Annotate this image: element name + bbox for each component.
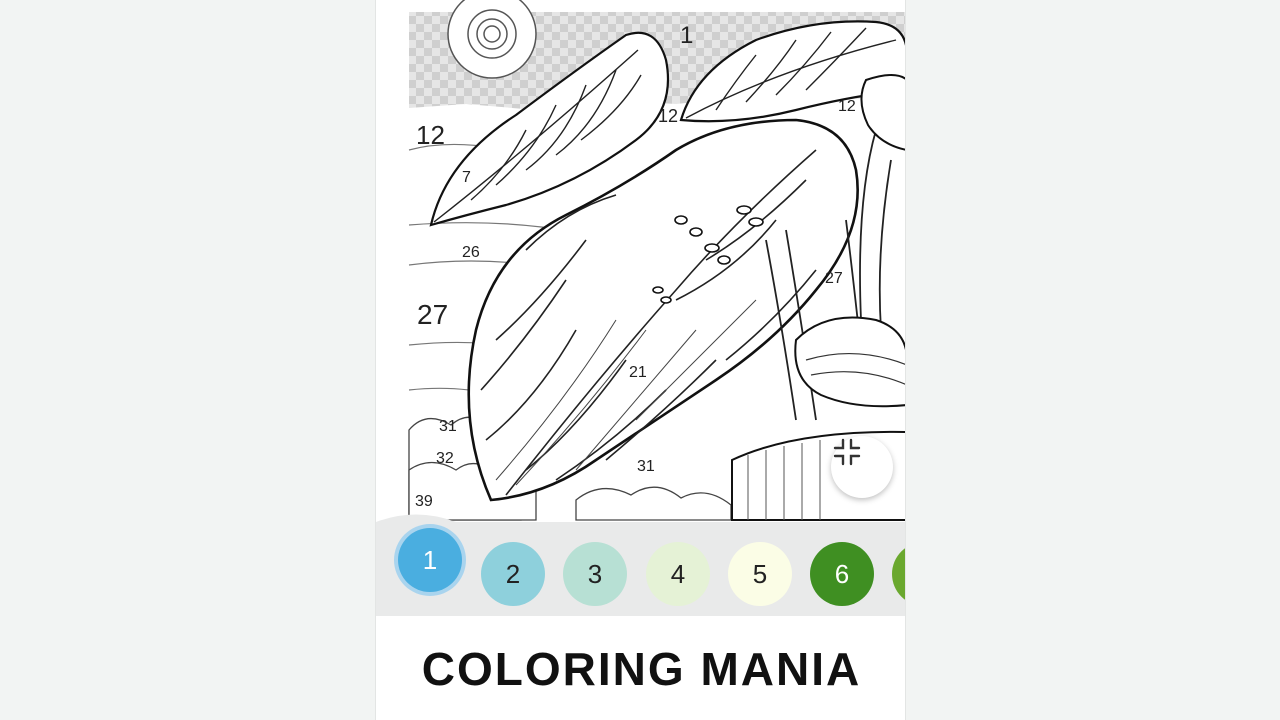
stage: 1 12 12 12 7 26 27 27 21 31 31 32 39 1 2… [0, 0, 1280, 720]
shrink-view-button[interactable] [831, 436, 893, 498]
line-art [408, 0, 905, 521]
region-number[interactable]: 12 [658, 107, 678, 125]
color-swatch-3[interactable]: 3 [563, 542, 627, 606]
swatch-label: 6 [834, 558, 850, 589]
color-swatch-4[interactable]: 4 [646, 542, 710, 606]
region-number[interactable]: 12 [416, 122, 445, 148]
region-number[interactable]: 27 [825, 271, 843, 287]
app-footer: COLORING MANIA [376, 618, 905, 720]
color-swatch-1[interactable]: 1 [398, 528, 462, 592]
region-number[interactable]: 26 [462, 245, 480, 261]
app-screen: 1 12 12 12 7 26 27 27 21 31 31 32 39 1 2… [375, 0, 906, 720]
region-number[interactable]: 27 [417, 301, 448, 329]
app-title: COLORING MANIA [421, 643, 862, 695]
color-swatch-6[interactable]: 6 [810, 542, 874, 606]
sun-shape [447, 0, 537, 79]
color-swatch-2[interactable]: 2 [481, 542, 545, 606]
region-number[interactable]: 31 [637, 459, 655, 475]
region-number[interactable]: 31 [439, 419, 457, 435]
swatch-label: 3 [587, 558, 603, 589]
swatch-label: 1 [422, 544, 438, 575]
region-number[interactable]: 12 [838, 99, 856, 115]
collapse-arrows-icon [833, 438, 861, 466]
coloring-canvas[interactable]: 1 12 12 12 7 26 27 27 21 31 31 32 39 [376, 0, 905, 525]
region-number[interactable]: 7 [462, 170, 471, 186]
color-swatch-5[interactable]: 5 [728, 542, 792, 606]
region-number[interactable]: 1 [680, 24, 693, 48]
swatch-label: 4 [670, 558, 686, 589]
swatch-label: 5 [752, 558, 768, 589]
region-number[interactable]: 32 [436, 451, 454, 467]
color-palette: 1 2 3 4 5 6 [376, 522, 905, 616]
color-swatch-7[interactable] [892, 542, 905, 606]
region-number[interactable]: 21 [629, 365, 647, 381]
swatch-label: 2 [505, 558, 521, 589]
